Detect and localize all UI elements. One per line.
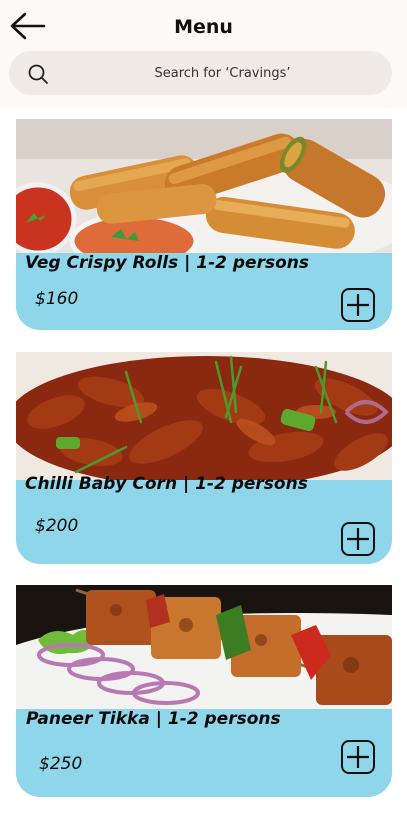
search-bar[interactable]: [9, 51, 392, 95]
menu-item-card[interactable]: Paneer Tikka | 1-2 persons $250: [16, 585, 392, 797]
plus-icon: [347, 294, 369, 316]
app-header: Menu: [0, 0, 407, 108]
search-input[interactable]: [69, 51, 376, 95]
menu-item-card[interactable]: Veg Crispy Rolls | 1-2 persons $160: [16, 119, 392, 330]
add-to-cart-button[interactable]: [341, 740, 375, 774]
plus-icon: [347, 528, 369, 550]
item-price: $160: [35, 289, 79, 309]
add-to-cart-button[interactable]: [341, 288, 375, 322]
plus-icon: [347, 746, 369, 768]
food-photo-paneer-tikka: [16, 585, 392, 709]
item-name: Paneer Tikka | 1-2 persons: [26, 709, 281, 729]
item-price: $250: [39, 754, 83, 774]
menu-item-card[interactable]: Chilli Baby Corn | 1-2 persons $200: [16, 352, 392, 564]
page-title: Menu: [174, 16, 233, 38]
food-photo-chilli-baby-corn: [16, 352, 392, 480]
item-name: Veg Crispy Rolls | 1-2 persons: [25, 253, 309, 273]
item-price: $200: [35, 516, 79, 536]
food-photo-spring-rolls: [16, 119, 392, 253]
search-icon: [28, 64, 48, 84]
add-to-cart-button[interactable]: [341, 522, 375, 556]
item-name: Chilli Baby Corn | 1-2 persons: [25, 474, 308, 494]
